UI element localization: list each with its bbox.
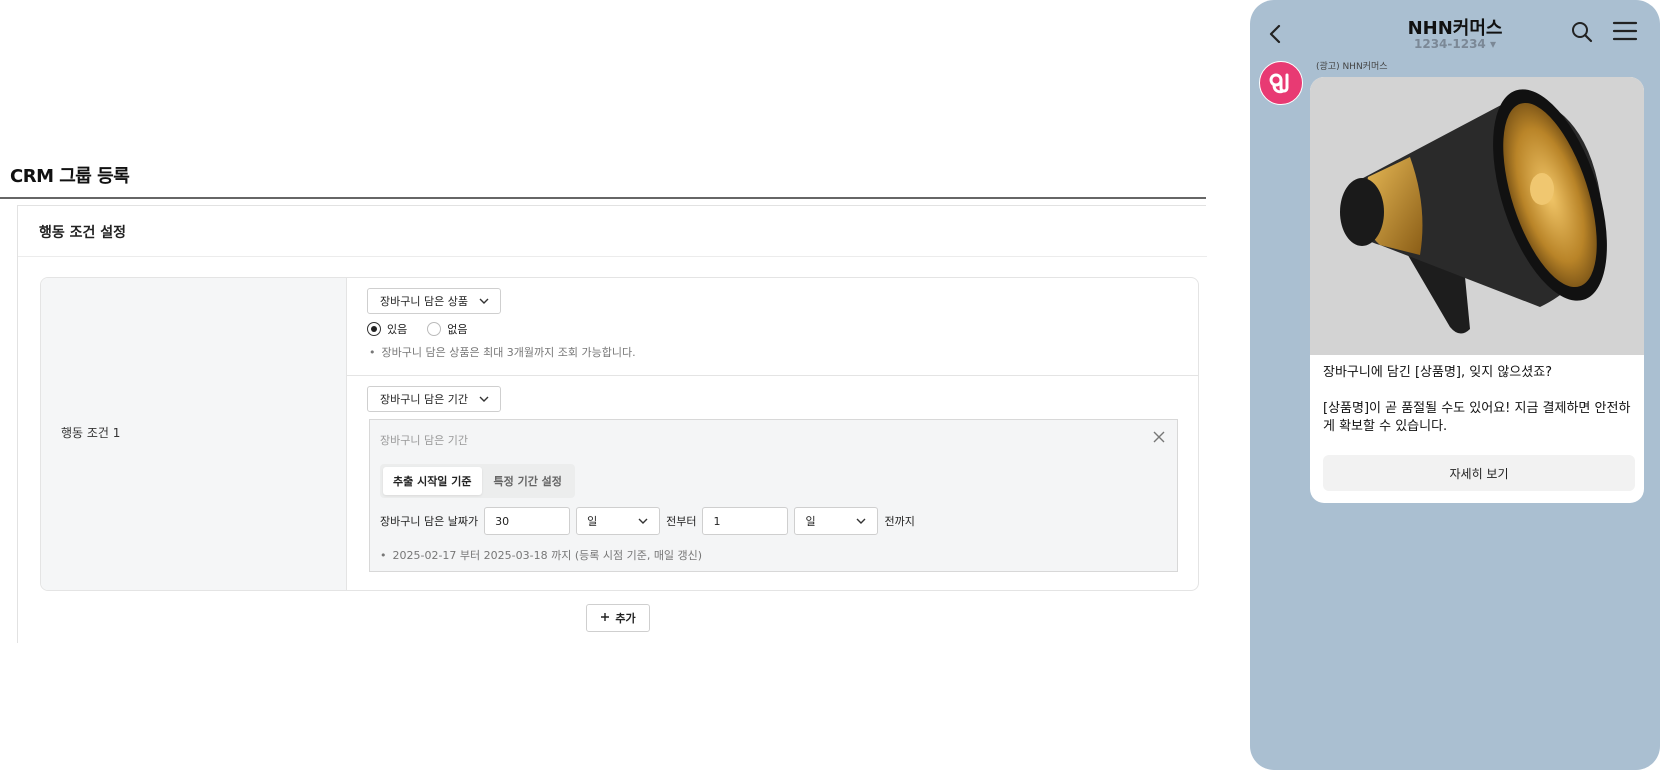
behavior-condition-section: 행동 조건 설정 행동 조건 1 장바구니 담은 상품 있음 없음 • 장바구니 …	[17, 205, 1207, 643]
radio-no[interactable]: 없음	[427, 321, 468, 337]
message-bubble: 장바구니에 담긴 [상품명], 잊지 않으셨죠? [상품명]이 곧 품절될 수도…	[1310, 77, 1644, 503]
to-days-input[interactable]	[702, 507, 789, 535]
section-title: 행동 조건 설정	[39, 225, 127, 241]
message-line-2: [상품명]이 곧 품절될 수도 있어요! 지금 결제하면 안전하게 확보할 수 …	[1323, 401, 1631, 434]
megaphone-image	[1310, 77, 1644, 355]
cart-product-note-text: 장바구니 담은 상품은 최대 3개월까지 조회 가능합니다.	[381, 346, 636, 359]
radio-yes-dot[interactable]	[367, 322, 381, 336]
tab-specific-period[interactable]: 특정 기간 설정	[484, 467, 572, 495]
cart-product-select[interactable]: 장바구니 담은 상품	[367, 288, 501, 314]
message-text: 장바구니에 담긴 [상품명], 잊지 않으셨죠? [상품명]이 곧 품절될 수도…	[1323, 364, 1635, 436]
view-detail-button[interactable]: 자세히 보기	[1323, 455, 1635, 491]
radio-yes[interactable]: 있음	[367, 321, 407, 337]
message-line-1: 장바구니에 담긴 [상품명], 잊지 않으셨죠?	[1323, 365, 1553, 380]
close-icon[interactable]	[1151, 429, 1167, 445]
title-divider	[0, 197, 1206, 199]
from-unit-label: 일	[587, 515, 598, 528]
condition-box: 행동 조건 1 장바구니 담은 상품 있음 없음 • 장바구니 담은 상품은 최대…	[40, 277, 1199, 591]
add-condition-button[interactable]: 추가	[586, 604, 650, 632]
cart-period-note: • 2025-02-17 부터 2025-03-18 까지 (등록 시점 기준, …	[380, 549, 703, 562]
range-prefix: 장바구니 담은 날짜가	[380, 515, 479, 528]
to-unit-label: 일	[805, 515, 816, 528]
chevron-down-icon	[478, 393, 490, 405]
from-days-input[interactable]	[484, 507, 571, 535]
add-button-label: 추가	[615, 612, 636, 625]
condition-label-cell: 행동 조건 1	[41, 278, 347, 590]
to-unit-select[interactable]: 일	[794, 507, 879, 535]
cart-period-note-text: 2025-02-17 부터 2025-03-18 까지 (등록 시점 기준, 매…	[392, 549, 703, 562]
radio-no-label: 없음	[447, 323, 468, 336]
panel-title: 장바구니 담은 기간	[380, 434, 468, 447]
cart-period-select[interactable]: 장바구니 담은 기간	[367, 386, 501, 412]
chevron-down-icon	[637, 515, 649, 527]
channel-number: 1234-1234 ▾	[1414, 37, 1496, 51]
radio-no-dot[interactable]	[427, 322, 442, 336]
condition-label: 행동 조건 1	[61, 426, 121, 440]
message-preview-phone: NHN커머스 1234-1234 ▾ (광고) NHN커머스 장바구니에 담긴 …	[1250, 0, 1660, 770]
radio-yes-label: 있음	[387, 323, 408, 336]
search-icon[interactable]	[1570, 20, 1594, 44]
cart-period-panel: 장바구니 담은 기간 추출 시작일 기준 특정 기간 설정 장바구니 담은 날짜…	[369, 419, 1178, 572]
period-tab-group: 추출 시작일 기준 특정 기간 설정	[380, 464, 575, 498]
from-unit-select[interactable]: 일	[576, 507, 661, 535]
channel-avatar	[1259, 61, 1303, 105]
plus-icon	[600, 612, 610, 625]
sender-label: (광고) NHN커머스	[1316, 62, 1388, 72]
tab-extract-start[interactable]: 추출 시작일 기준	[383, 467, 482, 495]
cart-period-select-label: 장바구니 담은 기간	[380, 393, 468, 406]
chevron-down-icon	[855, 515, 867, 527]
to-suffix: 전까지	[884, 515, 915, 528]
cart-product-note: • 장바구니 담은 상품은 최대 3개월까지 조회 가능합니다.	[369, 346, 636, 359]
from-suffix: 전부터	[666, 515, 697, 528]
cart-product-radio-group: 있음 없음	[367, 321, 480, 337]
menu-icon[interactable]	[1612, 19, 1638, 43]
page-title: CRM 그룹 등록	[10, 166, 130, 187]
row-divider	[347, 375, 1198, 376]
section-divider	[18, 256, 1207, 257]
chevron-down-icon	[478, 295, 490, 307]
date-range-row: 장바구니 담은 날짜가 일 전부터 일 전까지	[380, 507, 915, 535]
cart-product-select-label: 장바구니 담은 상품	[380, 295, 468, 308]
channel-logo-icon	[1269, 73, 1289, 94]
